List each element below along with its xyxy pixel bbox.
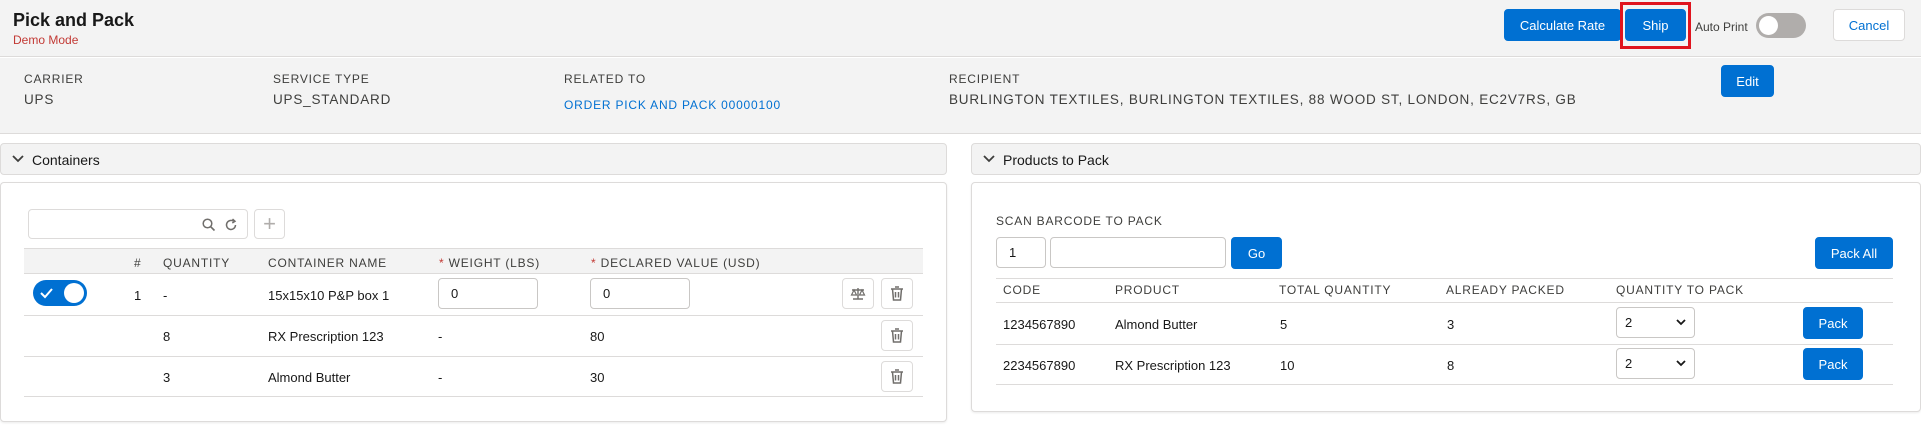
col-weight-label: WEIGHT (LBS) xyxy=(448,256,541,270)
col-declared-value-label: DECLARED VALUE (USD) xyxy=(600,256,761,270)
auto-print-toggle[interactable] xyxy=(1756,13,1806,38)
header-divider xyxy=(996,302,1893,303)
go-button[interactable]: Go xyxy=(1231,237,1282,269)
col-total-quantity: TOTAL QUANTITY xyxy=(1279,283,1392,297)
scale-icon xyxy=(850,287,866,300)
product-code: 2234567890 xyxy=(1003,358,1076,373)
row-weight: - xyxy=(438,370,443,385)
pack-button[interactable]: Pack xyxy=(1803,307,1863,339)
search-icon[interactable] xyxy=(202,218,216,232)
page-header: Pick and Pack Demo Mode Calculate Rate S… xyxy=(0,0,1921,57)
delete-container-button[interactable] xyxy=(881,361,913,392)
add-container-button[interactable]: + xyxy=(254,209,285,239)
pack-all-button[interactable]: Pack All xyxy=(1815,237,1893,269)
product-code: 1234567890 xyxy=(1003,317,1076,332)
col-declared-value: * DECLARED VALUE (USD) xyxy=(591,256,760,270)
scan-quantity-input[interactable]: 1 xyxy=(996,237,1046,268)
toggle-knob xyxy=(1759,16,1778,35)
trash-icon xyxy=(891,328,903,343)
containers-section-header[interactable]: Containers xyxy=(0,143,947,175)
cancel-button[interactable]: Cancel xyxy=(1833,9,1905,41)
products-section-header[interactable]: Products to Pack xyxy=(971,143,1921,175)
row-divider xyxy=(996,344,1893,345)
auto-print-label: Auto Print xyxy=(1695,20,1748,34)
row-divider xyxy=(24,356,923,357)
product-already-packed: 3 xyxy=(1447,317,1455,332)
chevron-down-icon xyxy=(1676,360,1686,367)
chevron-down-icon xyxy=(983,155,995,163)
col-number: # xyxy=(134,256,142,270)
row-declared-value: 30 xyxy=(590,370,605,385)
table-top-border xyxy=(996,278,1893,279)
delete-container-button[interactable] xyxy=(881,320,913,351)
weight-input[interactable]: 0 xyxy=(438,278,538,309)
quantity-to-pack-select[interactable]: 2 xyxy=(1616,348,1695,379)
row-weight: - xyxy=(438,329,443,344)
service-type-value: UPS_STANDARD xyxy=(273,92,392,107)
refresh-icon[interactable] xyxy=(224,218,238,232)
row-number: 1 xyxy=(134,288,142,303)
chevron-down-icon xyxy=(1676,319,1686,326)
trash-icon xyxy=(891,286,903,301)
page-title: Pick and Pack xyxy=(13,10,135,30)
pack-button[interactable]: Pack xyxy=(1803,348,1863,380)
container-select-toggle[interactable] xyxy=(33,280,87,306)
selected-quantity: 2 xyxy=(1625,315,1633,330)
demo-mode-label: Demo Mode xyxy=(13,33,79,47)
row-divider xyxy=(24,315,923,316)
container-search-input[interactable] xyxy=(28,209,248,239)
col-code: CODE xyxy=(1003,283,1041,297)
ship-highlight-box xyxy=(1620,2,1691,49)
col-container-name: CONTAINER NAME xyxy=(268,256,387,270)
row-container-name: 15x15x10 P&P box 1 xyxy=(268,288,390,303)
row-declared-value: 80 xyxy=(590,329,605,344)
carrier-value: UPS xyxy=(24,92,55,107)
related-to-label: RELATED TO xyxy=(564,72,647,86)
plus-icon: + xyxy=(263,211,276,236)
col-product: PRODUCT xyxy=(1115,283,1180,297)
scale-button[interactable] xyxy=(842,278,874,309)
col-weight: * WEIGHT (LBS) xyxy=(439,256,540,270)
product-name: RX Prescription 123 xyxy=(1115,358,1231,373)
product-total-quantity: 10 xyxy=(1280,358,1295,373)
product-name: Almond Butter xyxy=(1115,317,1198,332)
selected-quantity: 2 xyxy=(1625,356,1633,371)
product-already-packed: 8 xyxy=(1447,358,1455,373)
product-total-quantity: 5 xyxy=(1280,317,1288,332)
row-divider xyxy=(24,396,923,397)
row-quantity: 3 xyxy=(163,370,171,385)
row-container-name: Almond Butter xyxy=(268,370,351,385)
carrier-label: CARRIER xyxy=(24,72,84,86)
barcode-input[interactable] xyxy=(1050,237,1226,268)
service-type-label: SERVICE TYPE xyxy=(273,72,370,86)
declared-value-input[interactable]: 0 xyxy=(590,278,690,309)
edit-button[interactable]: Edit xyxy=(1721,65,1774,97)
recipient-label: RECIPIENT xyxy=(949,72,1021,86)
products-title: Products to Pack xyxy=(1003,152,1109,168)
required-marker: * xyxy=(439,256,445,270)
quantity-to-pack-select[interactable]: 2 xyxy=(1616,307,1695,338)
row-quantity: - xyxy=(163,288,168,303)
containers-title: Containers xyxy=(32,152,100,168)
col-quantity-to-pack: QUANTITY TO PACK xyxy=(1616,283,1744,297)
col-already-packed: ALREADY PACKED xyxy=(1446,283,1565,297)
related-order-link[interactable]: ORDER PICK AND PACK 00000100 xyxy=(564,98,781,112)
delete-container-button[interactable] xyxy=(881,278,913,309)
row-container-name: RX Prescription 123 xyxy=(268,329,384,344)
check-icon xyxy=(40,288,53,299)
trash-icon xyxy=(891,369,903,384)
required-marker: * xyxy=(591,256,597,270)
col-quantity: QUANTITY xyxy=(163,256,231,270)
scan-barcode-label: SCAN BARCODE TO PACK xyxy=(996,214,1163,228)
recipient-value: BURLINGTON TEXTILES, BURLINGTON TEXTILES… xyxy=(949,92,1577,107)
chevron-down-icon xyxy=(12,155,24,163)
row-divider xyxy=(996,384,1893,385)
row-quantity: 8 xyxy=(163,329,171,344)
toggle-knob xyxy=(64,283,84,303)
calculate-rate-button[interactable]: Calculate Rate xyxy=(1504,9,1621,41)
